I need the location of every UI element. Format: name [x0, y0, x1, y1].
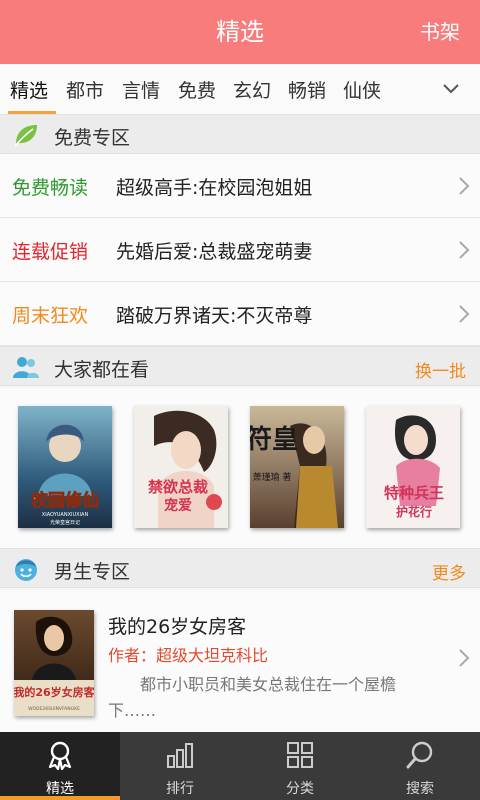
promo-book-title: 超级高手:在校园泡姐姐 — [116, 177, 313, 199]
grid-icon — [287, 742, 313, 768]
chevron-right-icon — [459, 177, 470, 195]
nav-label: 分类 — [286, 781, 314, 797]
nav-label: 精选 — [46, 781, 74, 797]
book-title: 我的26岁女房客 — [108, 616, 247, 638]
cover-subtitle: 宠爱 — [164, 497, 192, 514]
category-tabs: 精选 都市 言情 免费 玄幻 畅销 仙侠 — [0, 64, 480, 114]
tab-featured[interactable]: 精选 — [10, 76, 48, 103]
medal-icon — [48, 741, 72, 770]
promo-row-weekend[interactable]: 周末狂欢 踏破万界诸天:不灭帝尊 — [0, 282, 480, 346]
more-button[interactable]: 更多 — [432, 559, 466, 584]
promo-tag: 免费畅读 — [12, 177, 89, 199]
bottom-navigation: 精选 排行 分类 搜索 — [0, 732, 480, 800]
cover-author: 萧瑾瑜 著 — [253, 471, 292, 483]
tab-bestseller[interactable]: 畅销 — [288, 76, 326, 103]
book-list-item[interactable]: 我的26岁女房客 WODE26SUINVFANGKE 我的26岁女房客 作者：超… — [0, 590, 480, 732]
leaf-icon — [14, 125, 37, 147]
nav-label: 排行 — [166, 781, 194, 797]
free-zone-header: 免费专区 — [0, 114, 480, 154]
cover-title: 符皇 — [250, 424, 298, 455]
section-title: 大家都在看 — [54, 359, 150, 381]
popular-books: 校园修仙 XIAOYUANXIUXIAN 光荣皇宫日记 禁欲总裁 宠爱 符皇 萧… — [0, 388, 480, 548]
nav-featured[interactable]: 精选 — [0, 732, 120, 800]
book-description: 都市小职员和美女总裁住在一个屋檐下…… — [108, 675, 397, 720]
book-author: 作者：超级大坦克科比 — [108, 646, 269, 665]
tab-fantasy[interactable]: 玄幻 — [233, 76, 271, 103]
nav-category[interactable]: 分类 — [240, 732, 360, 800]
nav-search[interactable]: 搜索 — [360, 732, 480, 800]
promo-book-title: 踏破万界诸天:不灭帝尊 — [116, 305, 313, 327]
nav-label: 搜索 — [406, 781, 434, 797]
promo-tag: 连载促销 — [12, 241, 89, 263]
section-title: 男生专区 — [54, 561, 131, 583]
chevron-down-icon[interactable] — [442, 80, 460, 98]
search-icon — [406, 741, 433, 769]
nav-ranking[interactable]: 排行 — [120, 732, 240, 800]
smiley-icon — [15, 559, 37, 581]
refresh-batch-button[interactable]: 换一批 — [415, 357, 466, 382]
chevron-right-icon — [459, 649, 470, 667]
promo-row-serial-sale[interactable]: 连载促销 先婚后爱:总裁盛宠萌妻 — [0, 218, 480, 282]
book-cover[interactable]: 禁欲总裁 宠爱 — [134, 406, 228, 528]
book-cover[interactable]: 符皇 萧瑾瑜 著 — [250, 406, 344, 528]
cover-subtitle: XIAOYUANXIUXIAN — [42, 512, 89, 518]
cover-title: 禁欲总裁 — [148, 478, 208, 496]
book-cover: 我的26岁女房客 WODE26SUINVFANGKE — [14, 610, 94, 716]
male-zone-header: 男生专区 更多 — [0, 548, 480, 588]
cover-subtitle: WODE26SUINVFANGKE — [28, 706, 80, 712]
promo-tag: 周末狂欢 — [12, 305, 89, 327]
bar-chart-icon — [167, 743, 193, 768]
tab-xianxia[interactable]: 仙侠 — [343, 76, 381, 103]
cover-subtitle: 护花行 — [396, 504, 432, 519]
active-nav-indicator — [0, 796, 120, 800]
book-cover[interactable]: 特种兵王 护花行 — [366, 406, 460, 528]
top-bar: 精选 书架 — [0, 0, 480, 64]
tab-free[interactable]: 免费 — [178, 76, 216, 103]
cover-title: 特种兵王 — [384, 484, 444, 502]
promo-book-title: 先婚后爱:总裁盛宠萌妻 — [116, 241, 313, 263]
popular-header: 大家都在看 换一批 — [0, 346, 480, 386]
cover-title: 校园修仙 — [31, 490, 99, 511]
book-cover[interactable]: 校园修仙 XIAOYUANXIUXIAN 光荣皇宫日记 — [18, 406, 112, 528]
page-title: 精选 — [216, 18, 264, 46]
chevron-right-icon — [459, 305, 470, 323]
tab-urban[interactable]: 都市 — [66, 76, 104, 103]
users-icon — [13, 357, 39, 378]
section-title: 免费专区 — [54, 127, 131, 149]
tab-romance[interactable]: 言情 — [122, 76, 160, 103]
bookshelf-button[interactable]: 书架 — [420, 0, 460, 64]
cover-author: 光荣皇宫日记 — [50, 519, 80, 526]
chevron-right-icon — [459, 241, 470, 259]
promo-row-free-read[interactable]: 免费畅读 超级高手:在校园泡姐姐 — [0, 154, 480, 218]
cover-title: 我的26岁女房客 — [14, 685, 94, 699]
